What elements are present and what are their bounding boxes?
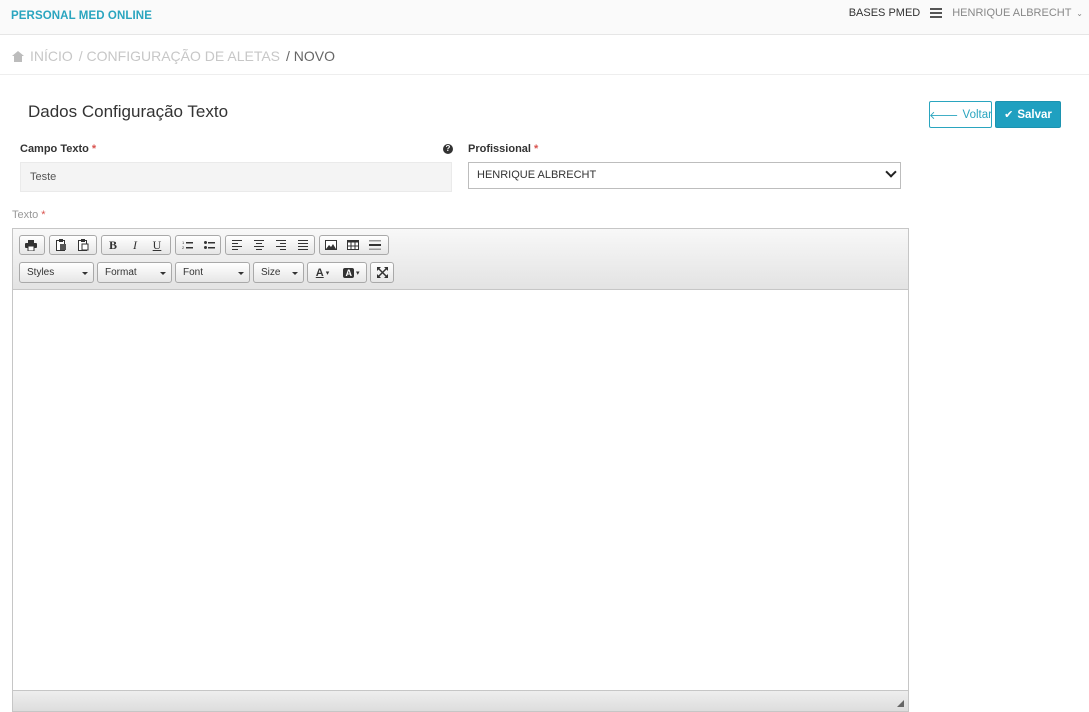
chevron-down-icon: ⌄	[1076, 9, 1083, 18]
profissional-label: Profissional *	[468, 143, 538, 155]
editor-bottom-bar	[13, 690, 908, 711]
bases-label[interactable]: BASES PMED	[849, 7, 921, 19]
chevron-down-icon	[238, 272, 244, 275]
styles-dropdown-label: Styles	[27, 267, 55, 278]
rich-text-editor: B I U 12 Styles Format Font Size A ▾ A ▾	[12, 228, 909, 712]
toolbar-group-align	[225, 235, 315, 255]
editor-content-area[interactable]	[13, 291, 908, 691]
toolbar-group-lists: 12	[175, 235, 221, 255]
breadcrumb: INÍCIO / CONFIGURAÇÃO DE ALETAS / NOVO	[12, 48, 335, 64]
size-dropdown-label: Size	[261, 267, 281, 278]
header-divider	[0, 74, 1089, 75]
required-mark: *	[91, 143, 97, 155]
page-title: Dados Configuração Texto	[28, 102, 229, 121]
svg-text:2: 2	[182, 245, 185, 250]
size-dropdown[interactable]: Size	[253, 262, 304, 283]
numbered-list-icon[interactable]: 12	[176, 236, 198, 254]
toolbar-group-maximize	[370, 262, 394, 283]
home-icon[interactable]	[12, 50, 24, 62]
save-button[interactable]: ✔ Salvar	[995, 101, 1061, 128]
back-button[interactable]: 🡐 Voltar	[929, 101, 992, 128]
toolbar-group-colors: A ▾ A ▾	[307, 262, 367, 283]
arrow-left-icon: 🡐	[929, 109, 959, 122]
required-mark: *	[41, 209, 46, 221]
resize-handle-icon[interactable]	[897, 700, 904, 707]
image-icon[interactable]	[320, 236, 342, 254]
format-dropdown-label: Format	[105, 267, 137, 278]
bulleted-list-icon[interactable]	[198, 236, 220, 254]
text-color-button[interactable]: A ▾	[308, 264, 337, 282]
underline-icon: U	[152, 237, 162, 252]
editor-toolbar: B I U 12 Styles Format Font Size A ▾ A ▾	[13, 229, 908, 290]
campo-texto-input[interactable]	[20, 162, 452, 192]
align-left-icon[interactable]	[226, 236, 248, 254]
campo-texto-label: Campo Texto *	[20, 143, 96, 155]
profissional-label-text: Profissional	[468, 143, 531, 155]
campo-texto-label-text: Campo Texto	[20, 143, 89, 155]
chevron-down-icon	[885, 166, 897, 178]
align-right-icon[interactable]	[270, 236, 292, 254]
format-dropdown[interactable]: Format	[97, 262, 172, 283]
paste-text-icon[interactable]	[72, 236, 94, 254]
top-right-menu: BASES PMED HENRIQUE ALBRECHT ⌄	[849, 7, 1083, 19]
toolbar-group-print	[19, 235, 45, 255]
breadcrumb-home[interactable]: INÍCIO	[30, 48, 73, 64]
required-mark: *	[533, 143, 539, 155]
toolbar-group-insert	[319, 235, 389, 255]
chevron-down-icon	[292, 272, 298, 275]
underline-button[interactable]: U	[146, 236, 168, 254]
back-button-label: Voltar	[962, 108, 992, 121]
texto-label: Texto *	[12, 209, 46, 221]
italic-icon: I	[133, 237, 137, 252]
text-color-icon: A	[315, 266, 324, 279]
chevron-down-icon	[82, 272, 88, 275]
user-menu[interactable]: HENRIQUE ALBRECHT ⌄	[952, 7, 1083, 19]
toolbar-group-basic-styles: B I U	[101, 235, 171, 255]
user-name: HENRIQUE ALBRECHT	[952, 7, 1072, 19]
font-dropdown-label: Font	[183, 267, 204, 278]
table-icon[interactable]	[342, 236, 364, 254]
bold-icon: B	[108, 237, 117, 252]
profissional-select[interactable]: HENRIQUE ALBRECHT	[468, 162, 901, 189]
top-navbar: PERSONAL MED ONLINE BASES PMED HENRIQUE …	[0, 0, 1089, 35]
save-button-label: Salvar	[1017, 108, 1052, 121]
bold-button[interactable]: B	[102, 236, 124, 254]
background-color-button[interactable]: A ▾	[337, 264, 366, 282]
breadcrumb-config[interactable]: / CONFIGURAÇÃO DE ALETAS	[79, 48, 280, 64]
styles-dropdown[interactable]: Styles	[19, 262, 94, 283]
profissional-selected-value: HENRIQUE ALBRECHT	[477, 169, 597, 181]
paste-icon[interactable]	[50, 236, 72, 254]
brand-logo-text[interactable]: PERSONAL MED ONLINE	[11, 10, 152, 22]
print-icon[interactable]	[20, 236, 42, 254]
toolbar-group-clipboard	[49, 235, 97, 255]
texto-label-text: Texto	[12, 209, 39, 221]
chevron-down-icon	[160, 272, 166, 275]
horizontal-line-icon[interactable]	[364, 236, 386, 254]
help-icon[interactable]: ?	[443, 144, 453, 154]
maximize-icon[interactable]	[371, 264, 393, 282]
font-dropdown[interactable]: Font	[175, 262, 250, 283]
italic-button[interactable]: I	[124, 236, 146, 254]
align-center-icon[interactable]	[248, 236, 270, 254]
check-icon: ✔	[1004, 109, 1014, 121]
background-color-icon: A	[343, 267, 354, 278]
database-icon[interactable]	[930, 8, 943, 18]
align-justify-icon[interactable]	[292, 236, 314, 254]
breadcrumb-current: / NOVO	[286, 48, 336, 64]
